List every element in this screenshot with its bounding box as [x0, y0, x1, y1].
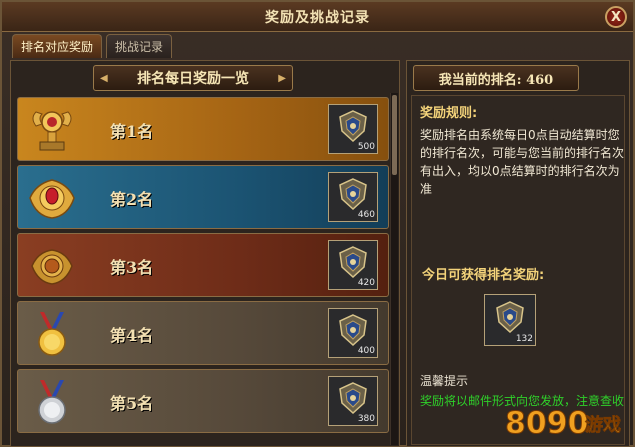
shield-emblem-icon	[339, 382, 367, 415]
reward-qty: 460	[357, 210, 375, 220]
svg-text:8090: 8090	[505, 406, 589, 441]
svg-text:游戏: 游戏	[585, 414, 621, 436]
reward-window: 奖励及挑战记录 X 排名对应奖励 挑战记录 ◀ 排名每日奖励一览 ▶ 第1名 5…	[0, 0, 635, 447]
reward-qty: 380	[357, 414, 375, 424]
tab-bar: 排名对应奖励 挑战记录	[12, 34, 173, 58]
gold-trophy-icon	[32, 111, 72, 151]
today-reward-heading: 今日可获得排名奖励:	[422, 268, 545, 283]
gold-ruby-crest-icon	[29, 179, 75, 219]
list-banner-title: 排名每日奖励一览	[137, 71, 249, 87]
rank-label: 第3名	[110, 258, 154, 277]
list-banner: ◀ 排名每日奖励一览 ▶	[93, 65, 293, 91]
shield-emblem-icon	[339, 314, 367, 347]
today-reward-qty: 132	[515, 334, 533, 344]
rank-row-5[interactable]: 第5名 380	[17, 369, 389, 433]
tab-rank-rewards[interactable]: 排名对应奖励	[12, 34, 103, 58]
list-scrollbar[interactable]	[390, 93, 398, 445]
banner-right-arrow-icon: ▶	[278, 73, 286, 84]
reward-slot[interactable]: 420	[328, 240, 378, 290]
rule-text: 奖励排名由系统每日0点自动结算时您的排行名次，可能与您当前的排行名次有出入，均以…	[420, 128, 625, 196]
tab-challenge-records[interactable]: 挑战记录	[106, 34, 173, 58]
rank-row-4[interactable]: 第4名 400	[17, 301, 389, 365]
tip-heading: 温馨提示	[420, 374, 469, 388]
reward-slot[interactable]: 400	[328, 308, 378, 358]
rank-row-2[interactable]: 第2名 460	[17, 165, 389, 229]
my-rank-banner: 我当前的排名: 460	[413, 65, 579, 91]
rank-label: 第1名	[110, 122, 154, 141]
gold-medal-icon	[38, 312, 66, 356]
silver-medal-icon	[38, 380, 66, 424]
banner-left-arrow-icon: ◀	[100, 73, 108, 84]
reward-slot[interactable]: 500	[328, 104, 378, 154]
site-watermark-logo: 8090 游戏	[505, 406, 622, 442]
rank-label: 第2名	[110, 190, 154, 209]
rank-row-3[interactable]: 第3名 420	[17, 233, 389, 297]
title-bar: 奖励及挑战记录 X	[2, 2, 633, 32]
reward-qty: 500	[357, 142, 375, 152]
shield-emblem-icon	[339, 246, 367, 279]
reward-slot[interactable]: 460	[328, 172, 378, 222]
reward-qty: 420	[357, 278, 375, 288]
shield-emblem-icon	[339, 178, 367, 211]
bronze-crest-icon	[31, 249, 73, 285]
reward-qty: 400	[357, 346, 375, 356]
rank-label: 第5名	[110, 394, 154, 413]
rank-reward-list-panel: ◀ 排名每日奖励一览 ▶ 第1名 500 第2名 460 第3名 420 第4名…	[10, 60, 400, 447]
rank-row-1[interactable]: 第1名 500	[17, 97, 389, 161]
shield-emblem-icon	[339, 110, 367, 143]
window-title: 奖励及挑战记录	[265, 9, 370, 26]
my-rank-panel: 我当前的排名: 460 奖励规则: 奖励排名由系统每日0点自动结算时您的排行名次…	[406, 60, 630, 447]
close-icon: X	[610, 9, 622, 25]
shield-emblem-icon	[496, 301, 524, 334]
reward-slot[interactable]: 380	[328, 376, 378, 426]
today-reward-slot[interactable]: 132	[484, 294, 536, 346]
reward-info-box: 奖励规则: 奖励排名由系统每日0点自动结算时您的排行名次，可能与您当前的排行名次…	[411, 95, 625, 445]
rank-label: 第4名	[110, 326, 154, 345]
close-button[interactable]: X	[605, 6, 627, 28]
rule-heading: 奖励规则:	[420, 106, 478, 121]
scrollbar-thumb[interactable]	[392, 95, 397, 175]
